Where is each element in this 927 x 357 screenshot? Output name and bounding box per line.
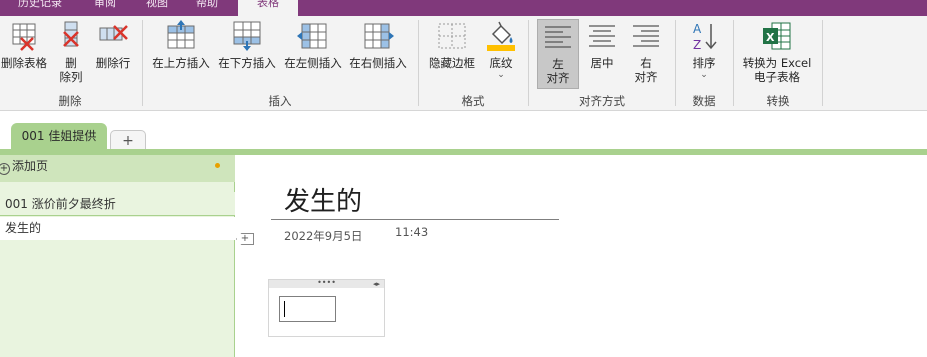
insert-left-icon [297,23,327,49]
align-right-button[interactable]: 右 对齐 [626,20,666,84]
insert-above-icon [167,20,195,49]
title-underline [271,219,559,220]
hide-borders-button[interactable]: 隐藏边框 [426,20,478,70]
section-tab-bar: 001 佳姐提供 + [0,111,927,151]
page-title[interactable]: 发生的 [284,181,362,218]
delete-table-button[interactable]: 删除表格 [0,20,48,70]
svg-text:X: X [766,31,775,44]
separator [418,20,419,106]
insert-left-button[interactable]: 在左侧插入 [281,20,345,70]
section-tab-active[interactable]: 001 佳姐提供 [11,123,107,151]
ribbon-tab-bar: 历史记录 审阅 视图 帮助 表格 [0,0,927,16]
align-left-button[interactable]: 左 对齐 [537,19,579,89]
insert-right-button[interactable]: 在右侧插入 [346,20,410,70]
insert-below-label: 在下方插入 [218,56,276,70]
tab-review[interactable]: 审阅 [94,0,124,16]
separator [822,20,823,106]
align-right-label-2: 对齐 [634,70,658,84]
delete-column-label-2: 除列 [59,70,83,84]
hide-borders-icon [438,23,466,49]
convert-to-excel-label-1: 转换为 Excel [742,56,812,70]
delete-row-label: 删除行 [95,56,131,70]
delete-row-icon [99,25,128,41]
separator [528,20,529,106]
add-section-button[interactable]: + [110,130,146,151]
convert-group-label: 转换 [766,94,790,108]
align-group-label: 对齐方式 [579,94,625,108]
tab-history[interactable]: 历史记录 [18,0,78,16]
shading-button[interactable]: 底纹 ⌄ [482,20,520,80]
separator [675,20,676,106]
add-page-button[interactable]: + 添加页 [0,155,235,182]
align-left-icon [545,26,571,48]
note-container[interactable]: •••• ◂▸ [268,279,385,337]
text-cursor [284,301,285,317]
page-date: 2022年9月5日 [284,229,363,243]
convert-to-excel-button[interactable]: X 转换为 Excel 电子表格 [740,20,814,84]
page-list: + 添加页 001 涨价前夕最终折 发生的 [0,155,235,357]
expand-page-list-icon[interactable]: + [236,233,254,245]
add-page-icon: + [0,163,10,175]
insert-right-icon [364,23,394,49]
tab-table[interactable]: 表格 [238,0,298,16]
delete-column-label-1: 删 [65,56,77,70]
svg-text:Z: Z [693,38,701,52]
insert-below-icon [233,21,261,51]
insert-left-label: 在左侧插入 [284,56,342,70]
note-canvas[interactable]: + 发生的 2022年9月5日 11:43 •••• ◂▸ [236,155,927,357]
shading-dropdown-icon[interactable]: ⌄ [482,70,520,80]
align-right-icon [633,25,659,47]
insert-right-label: 在右侧插入 [349,56,407,70]
center-button[interactable]: 居中 [582,20,622,70]
unread-dot-icon [215,163,220,168]
hide-borders-label: 隐藏边框 [429,56,475,70]
page-time: 11:43 [395,225,429,239]
container-resize-icon[interactable]: ◂▸ [373,280,380,288]
excel-icon: X [763,22,791,50]
insert-group-label: 插入 [268,94,292,108]
shading-label: 底纹 [489,56,513,70]
table-cell[interactable] [279,296,336,322]
sort-dropdown-icon[interactable]: ⌄ [684,70,724,80]
delete-table-label: 删除表格 [1,56,47,70]
ribbon: 删除表格 删 除列 删除行 删除 在上方插入 在下方插入 在左侧插入 在右侧插入… [0,16,927,111]
insert-below-button[interactable]: 在下方插入 [215,20,279,70]
tab-help[interactable]: 帮助 [196,0,226,16]
format-group-label: 格式 [461,94,485,108]
align-center-icon [589,25,615,47]
delete-column-icon [63,21,79,47]
separator [142,20,143,106]
sort-label: 排序 [692,56,716,70]
container-drag-handle[interactable]: •••• [269,279,384,288]
align-right-label-1: 右 [640,56,652,70]
delete-table-icon [12,23,36,51]
svg-text:A: A [693,22,702,36]
page-list-item-2[interactable]: 发生的 [0,217,235,240]
delete-column-button[interactable]: 删 除列 [54,20,88,84]
page-list-item-1[interactable]: 001 涨价前夕最终折 [0,192,235,216]
insert-above-button[interactable]: 在上方插入 [149,20,213,70]
add-page-label: 添加页 [12,159,49,173]
align-left-label-1: 左 [552,57,564,71]
paint-bucket-icon [487,21,515,51]
convert-to-excel-label-2: 电子表格 [754,70,800,84]
sort-button[interactable]: A Z 排序 ⌄ [684,20,724,80]
center-label: 居中 [590,56,614,70]
tab-view[interactable]: 视图 [146,0,176,16]
data-group-label: 数据 [692,94,716,108]
align-left-label-2: 对齐 [546,71,570,85]
delete-row-button[interactable]: 删除行 [92,20,134,70]
delete-group-label: 删除 [58,94,82,108]
sort-icon: A Z [693,22,717,52]
insert-above-label: 在上方插入 [152,56,210,70]
separator [733,20,734,106]
